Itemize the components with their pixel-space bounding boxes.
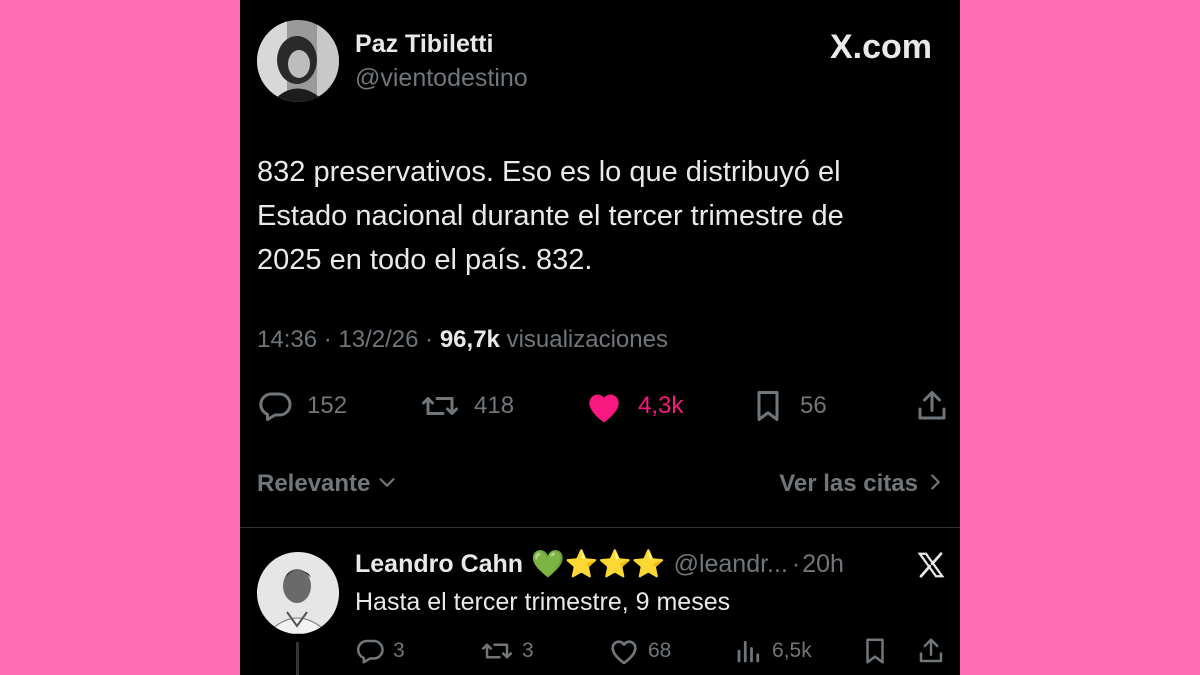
chevron-down-icon xyxy=(376,471,398,498)
reply-repost-button[interactable]: 3 xyxy=(480,636,534,666)
share-icon xyxy=(916,636,946,666)
reply-author-name[interactable]: Leandro Cahn xyxy=(355,550,523,579)
reply-reply-button[interactable]: 3 xyxy=(355,636,405,666)
reply-like-button[interactable]: 68 xyxy=(608,636,671,666)
reply-views-button[interactable]: 6,5k xyxy=(734,636,812,666)
tweet-text: 832 preservativos. Eso es lo que distrib… xyxy=(257,150,937,282)
section-divider xyxy=(240,527,960,528)
chevron-right-icon xyxy=(924,471,946,498)
view-count: 96,7k xyxy=(439,326,500,353)
meta-separator: · xyxy=(791,549,801,578)
reply-text: Hasta el tercer trimestre, 9 meses xyxy=(355,588,731,616)
view-quotes-link[interactable]: Ver las citas xyxy=(779,470,946,498)
tweet-meta: 14:36 · 13/2/26 · 96,7k visualizaciones xyxy=(257,326,668,354)
quotes-label: Ver las citas xyxy=(779,470,918,497)
reply-like-count: 68 xyxy=(648,639,672,662)
reply-repost-count: 3 xyxy=(522,639,534,662)
tweet-text-line: 2025 en todo el país. 832. xyxy=(257,244,593,276)
sort-dropdown[interactable]: Relevante xyxy=(257,470,398,498)
reply-icon xyxy=(355,636,385,666)
reply-age[interactable]: 20h xyxy=(802,550,844,579)
tweet-date[interactable]: 13/2/26 xyxy=(338,326,418,353)
bookmark-icon xyxy=(860,636,890,666)
share-button[interactable] xyxy=(914,388,950,424)
bookmark-icon xyxy=(750,388,786,424)
reply-button[interactable]: 152 xyxy=(257,388,347,424)
sort-label: Relevante xyxy=(257,470,371,497)
author-name[interactable]: Paz Tibiletti xyxy=(355,30,493,59)
repost-icon xyxy=(420,388,460,424)
views-chart-icon xyxy=(734,636,764,666)
tweet-text-line: Estado nacional durante el tercer trimes… xyxy=(257,200,844,232)
heart-icon xyxy=(584,388,624,424)
x-logo-label: X.com xyxy=(829,28,932,66)
reply-view-count: 6,5k xyxy=(772,639,812,662)
repost-icon xyxy=(480,636,514,666)
reply-header: Leandro Cahn 💚⭐⭐⭐ @leandr... · 20h xyxy=(355,548,844,580)
like-button[interactable]: 4,3k xyxy=(584,388,683,424)
reply-bookmark-button[interactable] xyxy=(860,636,890,666)
reply-icon xyxy=(257,388,293,424)
bookmark-button[interactable]: 56 xyxy=(750,388,827,424)
author-avatar[interactable] xyxy=(257,20,339,102)
views-label: visualizaciones xyxy=(506,326,668,353)
share-icon xyxy=(914,388,950,424)
meta-separator: · xyxy=(323,326,332,353)
reply-reply-count: 3 xyxy=(393,639,405,662)
x-logo-icon[interactable] xyxy=(916,550,946,585)
heart-icon xyxy=(608,636,640,666)
reply-author-handle[interactable]: @leandr... xyxy=(674,550,788,579)
tweet-panel: Paz Tibiletti @vientodestino X.com 832 p… xyxy=(240,0,960,675)
reply-count: 152 xyxy=(307,392,348,419)
thread-line xyxy=(296,642,299,675)
reply-share-button[interactable] xyxy=(916,636,946,666)
author-handle[interactable]: @vientodestino xyxy=(355,64,528,93)
bookmark-count: 56 xyxy=(800,392,827,419)
tweet-time[interactable]: 14:36 xyxy=(257,326,317,353)
meta-separator: · xyxy=(425,326,434,353)
repost-button[interactable]: 418 xyxy=(420,388,514,424)
like-count: 4,3k xyxy=(638,392,684,419)
reply-author-emojis: 💚⭐⭐⭐ xyxy=(531,549,666,579)
tweet-text-line: 832 preservativos. Eso es lo que distrib… xyxy=(257,156,841,188)
repost-count: 418 xyxy=(474,392,515,419)
reply-author-avatar[interactable] xyxy=(257,552,339,634)
